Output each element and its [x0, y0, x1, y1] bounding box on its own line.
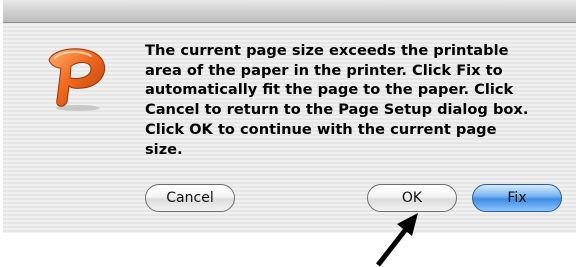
message-line: automatically fit the page to the paper.… — [145, 81, 514, 99]
powerpoint-icon — [48, 48, 105, 111]
window-titlebar — [3, 0, 576, 23]
message-line: Cancel to return to the Page Setup dialo… — [145, 101, 529, 119]
message-line: Click OK to continue with the current pa… — [145, 120, 497, 138]
ok-button-label: OK — [401, 190, 423, 206]
message-line: size. — [145, 140, 183, 158]
message-line: area of the paper in the printer. Click … — [145, 61, 503, 79]
cancel-button-label: Cancel — [166, 190, 214, 206]
message-line: The current page size exceeds the printa… — [145, 42, 509, 59]
alert-message: The current page size exceeds the printa… — [145, 41, 570, 159]
fix-button-label: Fix — [507, 190, 527, 206]
ok-button[interactable]: OK — [367, 184, 457, 212]
fix-button[interactable]: Fix — [472, 184, 562, 212]
cancel-button[interactable]: Cancel — [145, 184, 235, 212]
arrow-icon — [376, 213, 418, 267]
alert-dialog: The current page size exceeds the printa… — [3, 0, 576, 233]
